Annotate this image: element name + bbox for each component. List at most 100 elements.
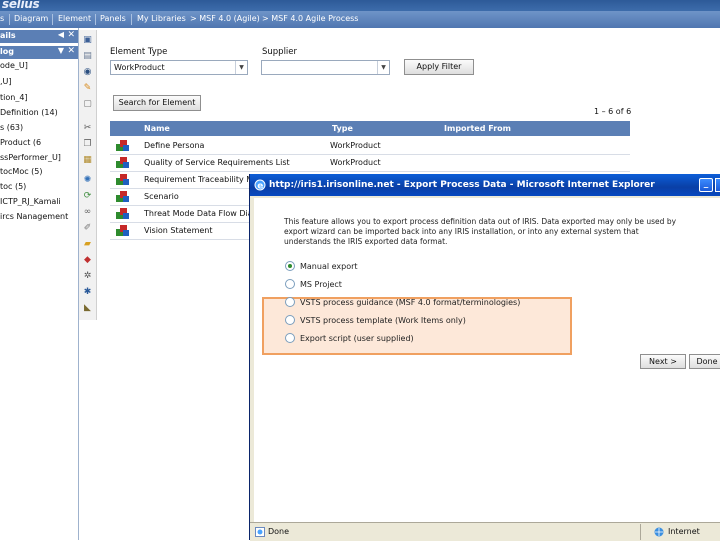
tree-item[interactable]: ircs Nanagement [0,212,78,221]
table-row[interactable]: Quality of Service Requirements List Wor… [110,154,630,172]
radio-ms-project[interactable] [285,279,295,289]
minimize-icon[interactable]: _ [699,178,713,192]
option-label[interactable]: Export script (user supplied) [300,334,414,343]
tree-item[interactable]: Definition (14) [0,108,78,117]
tree-item[interactable]: ssPerformer_U] [0,153,78,162]
row-type: WorkProduct [330,158,381,167]
table-row[interactable]: Define Persona WorkProduct [110,137,630,155]
collapse-down-icon[interactable]: ▼ [58,46,64,55]
tree-item[interactable]: tocMoc (5) [0,167,78,176]
status-zone: Internet [668,527,700,536]
menu-item-panels[interactable]: Panels [100,14,126,23]
close-icon[interactable]: ✕ [67,46,75,56]
save-icon[interactable]: ▣ [82,35,93,45]
close-icon[interactable]: ✕ [67,30,75,40]
collapse-left-icon[interactable]: ◀ [58,30,64,39]
popup-title-bar[interactable]: e http://iris1.irisonline.net - Export P… [250,174,720,196]
paste-icon[interactable]: ▦ [82,155,93,165]
catalog-panel-header: log ▼ ✕ [0,46,78,59]
stack-icon[interactable]: ◆ [82,255,93,265]
workproduct-icon [116,191,130,202]
catalog-panel-title: log [0,47,14,56]
pagination-info: 1 – 6 of 6 [594,107,632,116]
radio-vsts-template[interactable] [285,315,295,325]
page-done-icon [255,527,265,537]
menu-item-diagram[interactable]: Diagram [14,14,48,23]
done-button[interactable]: Done [689,354,720,369]
workproduct-icon [116,174,130,185]
scissors-icon[interactable]: ✂ [82,123,93,133]
tree-item[interactable]: toc (5) [0,182,78,191]
chevron-down-icon[interactable]: ▼ [377,61,389,74]
search-element-button[interactable]: Search for Element [113,95,201,111]
status-divider [640,524,641,540]
person-icon[interactable]: ✱ [82,287,93,297]
tree-item[interactable]: ,U] [0,77,78,86]
option-label[interactable]: VSTS process guidance (MSF 4.0 format/te… [300,298,520,307]
maximize-icon[interactable] [715,178,720,192]
globe-icon[interactable]: ✺ [82,175,93,185]
folder-icon[interactable]: ▰ [82,239,93,249]
radio-export-script[interactable] [285,333,295,343]
apply-filter-button[interactable]: Apply Filter [404,59,474,75]
workproduct-icon [116,225,130,236]
next-button[interactable]: Next > [640,354,686,369]
workproduct-icon [116,157,130,168]
option-label[interactable]: Manual export [300,262,358,271]
ruler-icon[interactable]: ◣ [82,303,93,313]
table-header: Name Type Imported From [110,121,630,136]
row-name[interactable]: Threat Mode Data Flow Dia [144,209,253,218]
option-label[interactable]: MS Project [300,280,342,289]
popup-content: This feature allows you to export proces… [254,198,720,522]
tree-item[interactable]: ode_U] [0,61,78,70]
link-icon[interactable]: ∞ [82,207,93,217]
eye-icon[interactable]: ◉ [82,67,93,77]
page-edit-icon[interactable]: ✐ [82,223,93,233]
details-panel-title: ails [0,31,16,40]
tree-item[interactable]: tion_4] [0,93,78,102]
menu-item-tools[interactable]: s [0,14,4,23]
menu-item-element[interactable]: Element [58,14,91,23]
gear-icon[interactable]: ✲ [82,271,93,281]
option-label[interactable]: VSTS process template (Work Items only) [300,316,466,325]
row-type: WorkProduct [330,141,381,150]
workproduct-icon [116,140,130,151]
column-header-name[interactable]: Name [144,124,170,133]
tree-item[interactable]: s (63) [0,123,78,132]
radio-vsts-guidance[interactable] [285,297,295,307]
description-line: export wizard can be imported back into … [284,227,639,236]
workproduct-icon [116,208,130,219]
breadcrumb-msf-agile[interactable]: > MSF 4.0 (Agile) [190,14,260,23]
left-panel: ails ◀ ✕ log ▼ ✕ ode_U] ,U] tion_4] Defi… [0,28,79,540]
column-header-imported-from[interactable]: Imported From [444,124,511,133]
export-process-popup: e http://iris1.irisonline.net - Export P… [249,174,720,541]
popup-title: http://iris1.irisonline.net - Export Pro… [269,180,655,190]
copy-icon[interactable]: ❐ [82,139,93,149]
page-icon[interactable]: ▤ [82,51,93,61]
chevron-down-icon[interactable]: ▼ [235,61,247,74]
tree-item[interactable]: Product (6 [0,138,78,147]
app-banner: selius [0,0,720,11]
vertical-toolbar: ▣ ▤ ◉ ✎ ▢ ✂ ❐ ▦ ✺ ⟳ ∞ ✐ ▰ ◆ ✲ ✱ ◣ [79,30,97,320]
column-header-type[interactable]: Type [332,124,353,133]
status-bar: Done Internet [250,522,720,541]
row-name[interactable]: Scenario [144,192,179,201]
element-type-label: Element Type [110,47,168,57]
element-type-select[interactable]: WorkProduct ▼ [110,60,248,75]
row-name[interactable]: Vision Statement [144,226,213,235]
row-name[interactable]: Quality of Service Requirements List [144,158,290,167]
internet-zone-icon [654,527,664,537]
clipboard-icon[interactable]: ▢ [82,99,93,109]
tree-item[interactable]: ICTP_RJ_Kamali [0,197,78,206]
pencil-icon[interactable]: ✎ [82,83,93,93]
breadcrumb-msf-agile-process[interactable]: > MSF 4.0 Agile Process [262,14,358,23]
menu-item-my-libraries[interactable]: My Libraries [137,14,186,23]
app-logo: selius [2,0,40,11]
refresh-icon[interactable]: ⟳ [82,191,93,201]
row-name[interactable]: Define Persona [144,141,204,150]
radio-manual-export[interactable] [285,261,295,271]
svg-text:e: e [257,182,263,192]
row-name[interactable]: Requirement Traceability M [144,175,253,184]
description-line: understands the IRIS exported data forma… [284,237,448,246]
supplier-select[interactable]: ▼ [261,60,390,75]
